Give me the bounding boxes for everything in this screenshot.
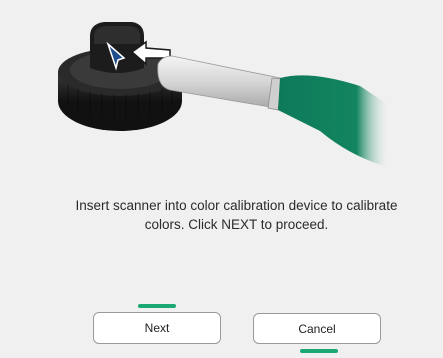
calibration-dialog: Insert scanner into color calibration de… [0,0,443,358]
cancel-button[interactable]: Cancel [253,313,381,344]
instruction-line-1: Insert scanner into color calibration de… [75,198,398,213]
scanner-wand-icon [157,55,390,166]
instruction-text: Insert scanner into color calibration de… [30,196,443,234]
next-button[interactable]: Next [93,312,221,344]
instruction-line-2: colors. Click NEXT to proceed. [144,217,329,232]
cancel-accent-bar [300,349,338,353]
next-accent-bar [138,304,176,308]
calibration-illustration [58,22,390,166]
